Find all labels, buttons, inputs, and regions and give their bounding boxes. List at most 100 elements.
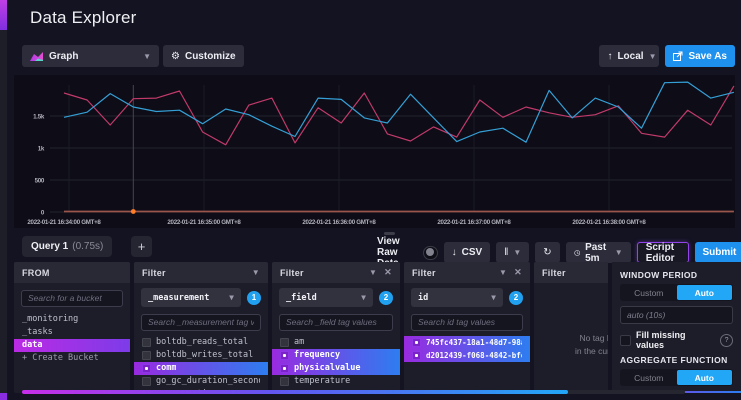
filter-item[interactable]: temperature [272,375,400,388]
view-raw-data-toggle[interactable] [423,246,438,260]
window-period-toggle: Custom Auto [620,284,733,301]
field-list: am frequency physicalvalue temperature [272,336,400,388]
chevron-down-icon[interactable]: ▼ [369,268,377,277]
selected-count-badge: 2 [379,291,393,305]
filter-item[interactable]: boltdb_reads_total [134,336,268,349]
export-icon [673,51,683,61]
id-list: 745fc437-18a1-48d7-98a6-7… d2012439-f068… [404,336,530,362]
y-tick-label: 0 [41,210,45,217]
x-tick-label: 2022-01-21 16:35:00 GMT+8 [167,219,241,226]
close-icon[interactable]: ✕ [514,267,522,278]
script-editor-button[interactable]: Script Editor [637,242,689,263]
clock-icon [574,248,580,258]
horizontal-scrollbar-thumb[interactable] [22,390,568,394]
item-checkbox[interactable] [280,351,289,360]
nav-rail-logo[interactable] [0,0,7,30]
item-checkbox[interactable] [280,338,289,347]
bucket-search-input[interactable] [21,290,123,307]
customize-button[interactable]: ⚙ Customize [163,45,244,67]
save-as-button[interactable]: Save As [665,45,735,67]
from-panel-header: FROM [14,262,130,283]
add-query-button[interactable]: + [131,236,152,257]
view-type-label: Graph [49,51,78,62]
chevron-down-icon: ▼ [513,248,521,257]
empty-filter-message: No tag keys fou in the current time [534,332,608,358]
item-checkbox[interactable] [412,351,421,360]
filter-item[interactable]: frequency [272,349,400,362]
bucket-list-item[interactable]: _monitoring [14,313,130,326]
item-checkbox[interactable] [142,351,151,360]
refresh-button[interactable]: ↻ [535,242,559,263]
bucket-list-item[interactable]: + Create Bucket [14,352,130,365]
csv-download-button[interactable]: ↓ CSV [444,242,491,263]
y-tick-label: 1.5k [33,114,45,121]
fill-missing-checkbox[interactable] [620,335,631,346]
measurement-search-input[interactable] [141,314,261,331]
chevron-down-icon: ▼ [649,52,657,61]
item-checkbox[interactable] [142,377,151,386]
variables-dropdown[interactable]: ↑ Local ▼ [599,45,659,67]
aggregate-toggle: Custom Auto [620,369,733,386]
gear-icon: ⚙ [171,51,180,62]
x-tick-label: 2022-01-21 16:34:00 GMT+8 [27,219,101,226]
tag-key-dropdown[interactable]: _measurement ▼ [141,288,241,307]
submit-button[interactable]: Submit [695,242,741,263]
view-type-dropdown[interactable]: Graph ▼ [22,45,159,67]
download-icon: ↓ [452,247,457,258]
filter-item[interactable]: go_gc_duration_seconds [134,375,268,388]
window-period-input[interactable]: auto (10s) [620,306,733,324]
item-checkbox[interactable] [412,338,421,347]
from-panel: FROM _monitoring _tasks data + Create Bu… [14,262,130,393]
field-search-input[interactable] [279,314,393,331]
pause-refresh-dropdown[interactable]: ‖ ▼ [496,242,529,263]
item-checkbox[interactable] [280,377,289,386]
help-icon[interactable]: ? [720,334,733,347]
id-search-input[interactable] [411,314,523,331]
resize-drag-handle[interactable] [384,232,395,235]
filter-panel-header: Filter ▼ ✕ [404,262,530,283]
filter-item[interactable]: d2012439-f068-4842-bfef-8… [404,349,530,362]
chevron-down-icon[interactable]: ▼ [499,268,507,277]
item-checkbox[interactable] [142,338,151,347]
time-range-dropdown[interactable]: Past 5m ▼ [566,242,631,263]
bucket-list-item[interactable]: data [14,339,130,352]
item-checkbox[interactable] [280,364,289,373]
filter-item[interactable]: physicalvalue [272,362,400,375]
filter-item-label: boltdb_writes_total [156,350,253,360]
tag-key-dropdown[interactable]: id ▼ [411,288,503,307]
nav-rail-bottom [0,393,7,400]
chevron-down-icon: ▼ [615,248,623,257]
selected-count-badge: 1 [247,291,261,305]
filter-item[interactable]: comm [134,362,268,375]
filter-panel-header: Filter ▼ [134,262,268,283]
query-tab[interactable]: Query 1 (0.75s) [22,236,112,257]
filter-item-label: comm [156,363,176,373]
variables-label: Local [617,51,643,62]
chart-canvas[interactable]: 05001k1.5k2022-01-21 16:34:00 GMT+82022-… [14,75,735,228]
query-tab-label: Query 1 [31,241,68,252]
crosshair-dot [131,209,136,214]
custom-option[interactable]: Custom [621,285,677,300]
close-icon[interactable]: ✕ [384,267,392,278]
filter-item[interactable]: am [272,336,400,349]
item-checkbox[interactable] [142,364,151,373]
filter-item-label: boltdb_reads_total [156,337,248,347]
bucket-label: _monitoring [22,314,78,324]
filter-item-label: temperature [294,376,350,386]
tag-key-dropdown[interactable]: _field ▼ [279,288,373,307]
auto-option[interactable]: Auto [677,370,733,385]
query-duration: (0.75s) [72,241,103,252]
x-tick-label: 2022-01-21 16:37:00 GMT+8 [437,219,511,226]
filter-panel-header: Filter ▼ ✕ [272,262,400,283]
custom-option[interactable]: Custom [621,370,677,385]
auto-option[interactable]: Auto [677,285,733,300]
chevron-down-icon: ▼ [491,293,496,302]
bucket-list-item[interactable]: _tasks [14,326,130,339]
filter-item[interactable]: 745fc437-18a1-48d7-98a6-7… [404,336,530,349]
chevron-down-icon[interactable]: ▼ [252,268,260,277]
filter-item[interactable]: boltdb_writes_total [134,349,268,362]
fill-missing-label: Fill missing values [636,330,715,350]
chevron-down-icon: ▼ [143,52,151,61]
measurement-list: boltdb_reads_total boltdb_writes_total c… [134,336,268,394]
series-line-series-blue [64,82,734,142]
